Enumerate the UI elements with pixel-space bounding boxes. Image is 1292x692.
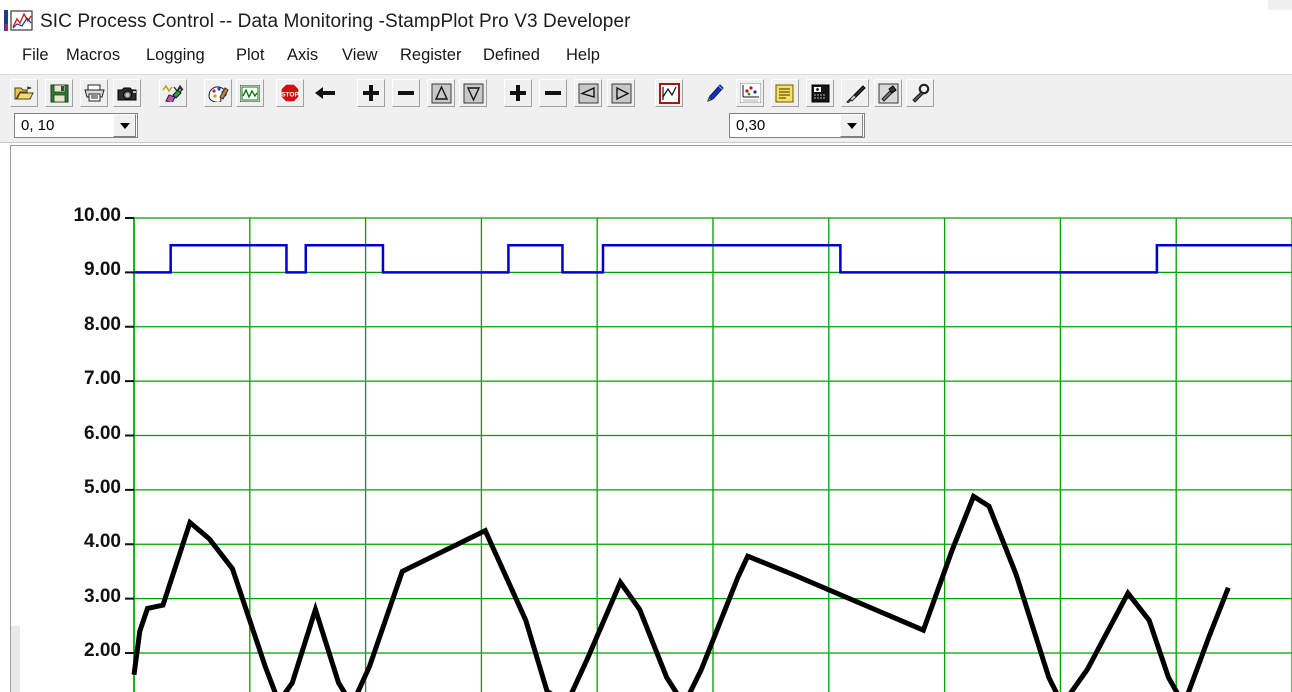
minus-icon [396,83,416,103]
yaxis-up-button[interactable] [427,79,455,107]
plot-canvas[interactable] [11,146,1292,692]
y-tick-label: 7.00 [84,368,121,390]
print-button[interactable] [80,79,108,107]
save-file-button[interactable] [45,79,73,107]
menu-item-defined[interactable]: Defined [479,44,544,67]
plot-panel[interactable]: 10.00 9.00 8.00 7.00 6.00 5.00 4.00 3.00 2.00 [10,145,1292,692]
plus-icon [361,83,381,103]
settings-button[interactable] [906,79,934,107]
toolbar: STOP [0,74,1292,111]
yaxis-down-button[interactable] [459,79,487,107]
left-arrow-icon [314,85,336,101]
y-tick-label: 3.00 [84,585,121,607]
series-analog-process-value [131,492,1231,692]
camera-icon [117,85,138,102]
stampplot-window: SIC Process Control -- Data Monitoring -… [0,0,1292,692]
window-title: SIC Process Control -- Data Monitoring -… [40,11,631,32]
annotate-button[interactable] [701,79,729,107]
status-strip: 0, 10 User Status 100 0,30 [0,110,1292,248]
menu-item-file[interactable]: File [18,44,53,67]
y-tick-label: 8.00 [84,313,121,335]
scope-button[interactable] [236,79,264,107]
stampplot-chart-icon [4,9,34,33]
hammer-icon [878,83,899,104]
tools-button[interactable] [874,79,902,107]
open-folder-icon [14,84,34,102]
chevron-down-icon[interactable] [840,114,863,137]
y-tick-label: 9.00 [84,259,121,281]
menu-item-view[interactable]: View [338,44,381,67]
marker-button[interactable] [159,79,187,107]
scatter-chart-icon [739,83,761,103]
chart-data-button[interactable] [736,79,764,107]
triangle-up-icon [431,83,452,104]
y-range-combo-value: 0,30 [736,117,766,134]
xaxis-right-button[interactable] [607,79,635,107]
stop-button[interactable]: STOP [276,79,304,107]
paint-palette-icon [207,84,229,102]
oscilloscope-icon [240,84,260,102]
x-range-combo-value: 0, 10 [21,117,55,134]
floppy-save-icon [50,84,69,103]
blue-pen-icon [705,83,726,103]
yellow-notepad-icon [775,84,795,103]
menu-item-axis[interactable]: Axis [283,44,322,67]
xaxis-zoom-in-button[interactable] [504,79,532,107]
y-tick-label: 5.00 [84,476,121,498]
grid-lines [133,217,1292,692]
minus-icon [543,83,563,103]
x-range-combo[interactable]: 0, 10 [14,113,138,138]
wrench-icon [910,83,931,104]
marker-pen-icon [162,84,184,102]
menu-item-register[interactable]: Register [396,44,465,67]
triangle-down-icon [463,83,484,104]
chevron-down-icon[interactable] [113,114,136,137]
printer-icon [83,84,105,102]
menu-bar: File Macros Logging Plot Axis View Register Def… [0,44,1292,72]
menu-item-help[interactable]: Help [562,44,604,67]
xaxis-zoom-out-button[interactable] [539,79,567,107]
yaxis-zoom-out-button[interactable] [392,79,420,107]
y-axis-ticks [125,217,134,654]
y-tick-label: 4.00 [84,531,121,553]
title-bar-right-band [1268,0,1292,10]
y-tick-label: 10.00 [73,205,121,226]
y-tick-label: 6.00 [84,422,121,444]
plus-icon [508,83,528,103]
open-file-button[interactable] [10,79,38,107]
menu-item-logging[interactable]: Logging [142,44,209,67]
notes-button[interactable] [771,79,799,107]
xaxis-left-button[interactable] [574,79,602,107]
menu-item-macros[interactable]: Macros [62,44,124,67]
back-button[interactable] [311,79,339,107]
y-range-combo[interactable]: 0,30 [729,113,865,138]
screenshot-button[interactable] [113,79,141,107]
probe-button[interactable] [841,79,869,107]
triangle-left-icon [578,83,599,104]
stop-sign-icon: STOP [280,83,300,103]
palette-button[interactable] [204,79,232,107]
svg-text:STOP: STOP [281,92,299,99]
menu-item-plot[interactable]: Plot [232,44,268,67]
y-tick-label: 2.00 [84,640,121,661]
yaxis-zoom-in-button[interactable] [357,79,385,107]
triangle-right-icon [611,83,632,104]
black-notebook-icon [811,84,830,103]
title-bar: SIC Process Control -- Data Monitoring -… [0,0,1292,42]
red-plot-frame-icon [658,82,680,104]
log-book-button[interactable] [806,79,834,107]
plot-window-button[interactable] [655,79,683,107]
screwdriver-icon [845,84,866,103]
